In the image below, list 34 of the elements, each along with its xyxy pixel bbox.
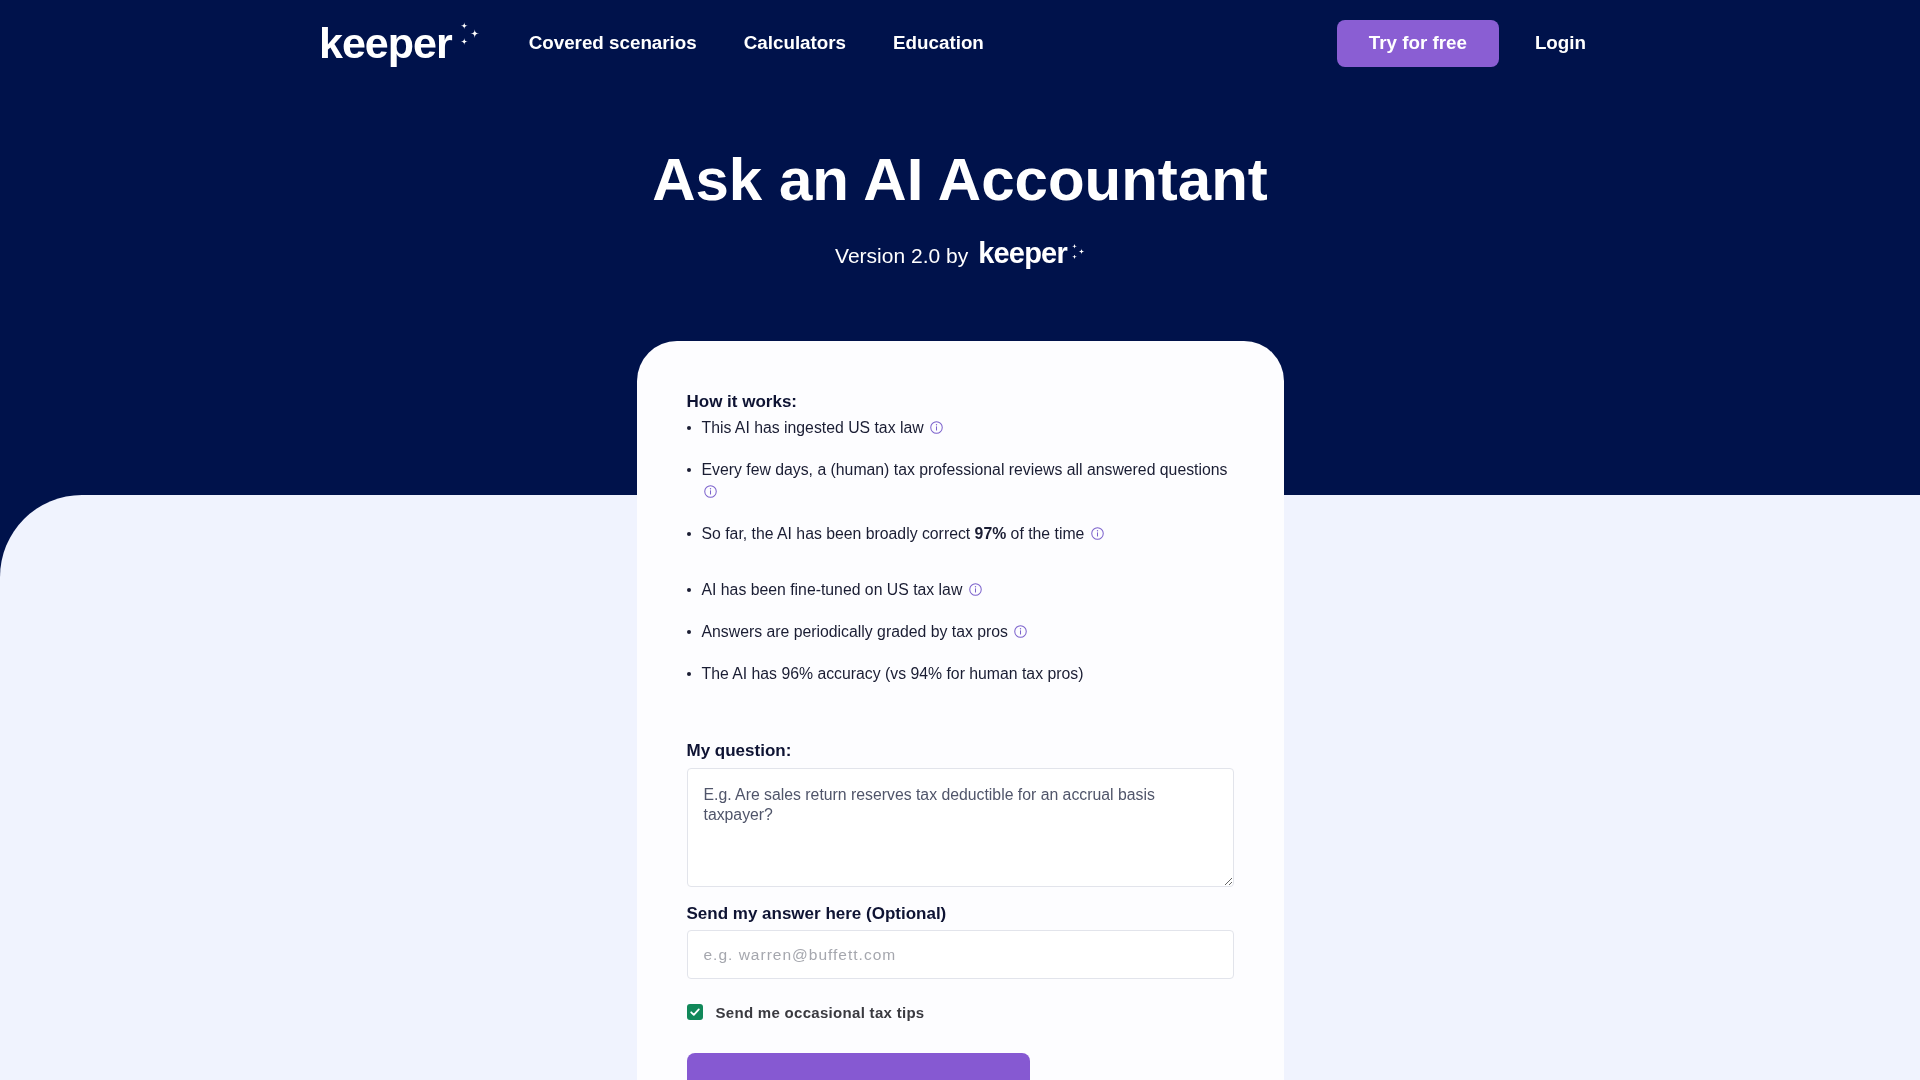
email-field[interactable]: e.g. warren@buffett.com [686,930,1234,979]
info-icon[interactable] [1090,527,1104,540]
info-icon[interactable] [968,583,982,596]
try-free-button[interactable]: Try for free [1336,19,1499,67]
login-link[interactable]: Login [1534,32,1586,54]
sparkle-icon [1070,242,1085,260]
bullet-text: The AI has 96% accuracy (vs 94% for human tax pros) [701,664,1084,684]
bullet-icon [686,672,691,676]
bullet-icon [686,630,691,634]
checkbox[interactable] [686,1004,703,1020]
brand-name: keeper [978,238,1067,268]
bullet-icon [686,426,691,430]
section-heading: How it works: [686,391,798,413]
question-field[interactable]: E.g. Are sales return reserves tax deductible for an accrual basis taxpayer? [686,768,1234,887]
version-text: Version 2.0 by [835,244,969,268]
checkbox-label: Send me occasional tax tips [715,1003,925,1021]
info-icon[interactable] [1014,625,1028,638]
bullet-icon [686,532,691,536]
page-title: Ask an AI Accountant [651,145,1269,215]
bullet-icon [686,468,691,472]
logo-link[interactable]: keeper [319,21,480,65]
bullet-text: AI has been fine-tuned on US tax law [701,579,982,601]
question-label: My question: [686,740,793,762]
nav-link[interactable]: Education [893,32,984,54]
nav-link[interactable]: Covered scenarios [528,32,697,54]
bullet-text: So far, the AI has been broadly correct 97% of the time [701,523,1104,545]
bullet-icon [686,588,691,592]
info-icon[interactable] [930,421,944,434]
bullet-text: This AI has ingested US tax law [701,417,944,439]
bullet-text: Answers are periodically graded by tax pros [701,621,1028,643]
bullet-text: Every few days, a (human) tax professional reviews all answered questions [701,459,1234,503]
email-label: Send my answer here (Optional) [686,903,948,925]
nav-link[interactable]: Calculators [743,32,847,54]
info-icon[interactable] [703,485,717,498]
